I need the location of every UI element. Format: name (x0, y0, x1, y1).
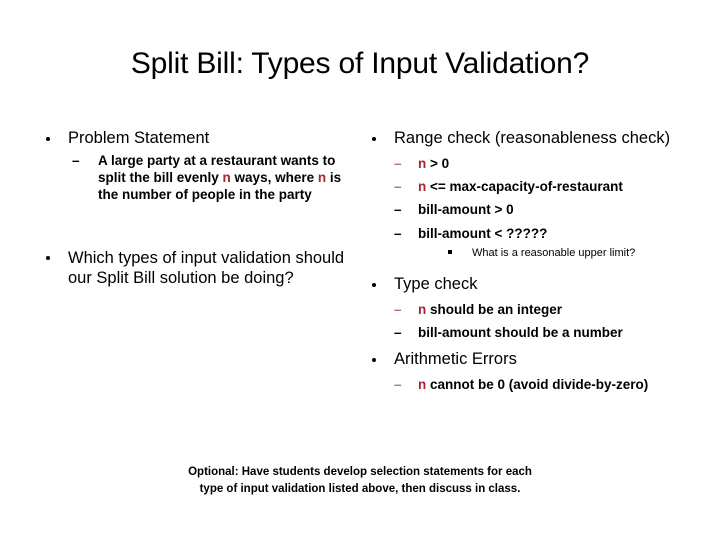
problem-detail-part2: ways, where (230, 170, 318, 186)
bullet-dot-icon (372, 282, 376, 287)
bullet-type-check: Type check (362, 274, 714, 295)
variable-n-1: n (222, 170, 231, 186)
column-spacer (362, 260, 714, 274)
footer-note: Optional: Have students develop selectio… (110, 464, 610, 497)
range-item-text: bill-amount > 0 (418, 202, 514, 218)
dash-marker-icon: – (394, 325, 402, 341)
slide-title: Split Bill: Types of Input Validation? (130, 47, 590, 80)
problem-statement-heading: Problem Statement (68, 129, 210, 147)
range-item-text: <= max-capacity-of-restaurant (426, 179, 623, 195)
sub-sub-bullet-upper-limit-note: What is a reasonable upper limit? (362, 246, 714, 260)
sub-bullet-type-0: – n should be an integer (362, 301, 714, 318)
range-item-text: bill-amount < ????? (418, 225, 548, 241)
sub-bullet-type-1: – bill-amount should be a number (362, 324, 714, 341)
dash-marker-icon: – (72, 152, 80, 168)
variable-n: n (418, 377, 427, 393)
left-content-column: Problem Statement – A large party at a r… (36, 128, 356, 291)
dash-marker-icon: – (394, 155, 402, 171)
bullet-dot-icon (46, 256, 50, 261)
bullet-problem-statement: Problem Statement (36, 128, 356, 149)
footer-note-line2: type of input validation listed above, t… (199, 482, 521, 495)
sub-bullet-range-2: – bill-amount > 0 (362, 201, 714, 218)
footer-note-line1: Optional: Have students develop selectio… (188, 466, 532, 478)
sub-bullet-range-0: – n > 0 (362, 155, 714, 172)
bullet-dot-icon (372, 136, 376, 141)
bullet-arithmetic-errors: Arithmetic Errors (362, 349, 714, 370)
variable-n: n (418, 179, 427, 195)
question-text: Which types of input validation should o… (68, 248, 345, 288)
dash-marker-icon: – (394, 202, 402, 218)
bullet-range-check: Range check (reasonableness check) (362, 128, 714, 149)
arithmetic-item-text: cannot be 0 (avoid divide-by-zero) (426, 377, 649, 393)
variable-n: n (418, 301, 427, 317)
range-item-text: > 0 (426, 155, 450, 171)
dash-marker-icon: – (394, 225, 402, 241)
column-spacer (362, 341, 714, 349)
variable-n-2: n (317, 170, 327, 186)
dash-marker-icon: – (394, 377, 402, 393)
arithmetic-errors-heading: Arithmetic Errors (394, 350, 517, 369)
bullet-square-icon (448, 250, 452, 254)
sub-bullet-arithmetic-0: – n cannot be 0 (avoid divide-by-zero) (362, 376, 714, 393)
sub-bullet-problem-detail: – A large party at a restaurant wants to… (36, 152, 356, 204)
right-content-column: Range check (reasonableness check) – n >… (362, 128, 714, 394)
type-item-text: bill-amount should be a number (418, 325, 623, 341)
column-spacer (36, 204, 356, 248)
upper-limit-note-text: What is a reasonable upper limit? (472, 246, 636, 259)
bullet-dot-icon (372, 358, 376, 363)
bullet-dot-icon (46, 136, 50, 141)
dash-marker-icon: – (394, 301, 402, 317)
dash-marker-icon: – (394, 179, 402, 195)
range-check-heading: Range check (reasonableness check) (394, 129, 671, 147)
sub-bullet-range-1: – n <= max-capacity-of-restaurant (362, 178, 714, 195)
variable-n: n (418, 155, 427, 171)
type-check-heading: Type check (394, 275, 478, 294)
bullet-question: Which types of input validation should o… (36, 248, 356, 290)
sub-bullet-range-3: – bill-amount < ????? (362, 225, 714, 242)
type-item-text: should be an integer (426, 301, 563, 317)
